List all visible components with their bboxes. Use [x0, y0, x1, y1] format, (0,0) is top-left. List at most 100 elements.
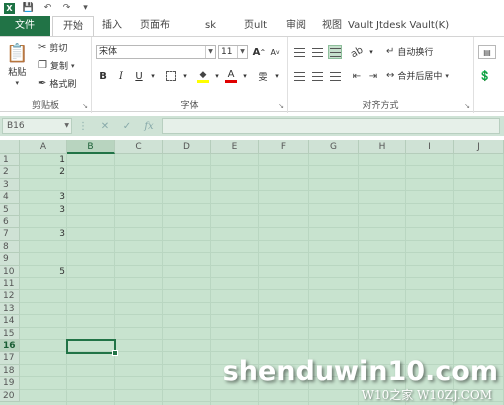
row-header-14[interactable]: 14 [0, 315, 20, 328]
column-header-c[interactable]: C [115, 140, 163, 154]
italic-button[interactable]: I [114, 69, 128, 83]
row-header-16[interactable]: 16 [0, 340, 20, 353]
number-format-combo[interactable]: ▤ [478, 45, 496, 59]
bold-button[interactable]: B [96, 69, 110, 83]
select-all-corner[interactable] [0, 140, 20, 154]
cell-a10[interactable]: 5 [20, 266, 65, 278]
format-painter-button[interactable]: ✒ 格式刷 [38, 77, 76, 90]
selected-cell-outline[interactable] [66, 339, 118, 357]
save-icon[interactable]: 💾 [23, 3, 34, 14]
chevron-down-icon[interactable]: ▾ [238, 69, 252, 83]
undo-icon[interactable]: ↶ [42, 3, 53, 14]
paste-button[interactable]: 📋 粘贴 ▾ [6, 43, 28, 87]
tab-file[interactable]: 文件 [0, 16, 50, 36]
chevron-down-icon[interactable]: ▾ [364, 45, 378, 59]
row-header-20[interactable]: 20 [0, 389, 20, 402]
row-header-8[interactable]: 8 [0, 240, 20, 254]
row-header-11[interactable]: 11 [0, 278, 20, 291]
row-gridline [20, 215, 504, 216]
wrap-text-button[interactable]: ↵ 自动换行 [386, 45, 433, 58]
cell-a5[interactable]: 3 [20, 204, 65, 216]
column-header-a[interactable]: A [20, 140, 67, 154]
row-header-6[interactable]: 6 [0, 216, 20, 229]
align-left-button[interactable] [292, 69, 306, 83]
chevron-down-icon[interactable]: ▾ [210, 69, 224, 83]
currency-button[interactable]: 💲 [478, 69, 492, 83]
row-header-4[interactable]: 4 [0, 191, 20, 204]
row-header-13[interactable]: 13 [0, 302, 20, 316]
row-header-2[interactable]: 2 [0, 166, 20, 179]
tab-view[interactable]: 视图 [322, 16, 342, 36]
column-header-f[interactable]: F [259, 140, 309, 154]
underline-button[interactable]: U [132, 69, 146, 83]
tab-vault[interactable]: Vault [348, 16, 373, 36]
customize-toolbar-icon[interactable]: ▾ [80, 3, 91, 14]
row-gridline [20, 202, 504, 204]
fill-color-button[interactable]: ◆ [196, 69, 210, 83]
grow-font-button[interactable]: A ^ [252, 45, 266, 59]
align-center-button[interactable] [310, 69, 324, 83]
row-header-18[interactable]: 18 [0, 364, 20, 378]
insert-function-button[interactable]: fx [138, 121, 160, 132]
merge-center-button[interactable]: ↔ 合并后居中 ▾ [386, 69, 449, 82]
copy-button[interactable]: ❐ 复制 ▾ [38, 59, 75, 72]
column-header-b[interactable]: B [67, 140, 115, 154]
phonetic-button[interactable]: 雯 [256, 69, 270, 83]
column-header-e[interactable]: E [211, 140, 259, 154]
tab-formulas[interactable]: sk [205, 16, 216, 36]
tab-review[interactable]: 审阅 [286, 16, 306, 36]
row-gridline [20, 190, 504, 192]
align-bottom-button[interactable] [328, 45, 342, 59]
number-format-icon: ▤ [483, 47, 491, 57]
chevron-down-icon[interactable]: ▾ [178, 69, 192, 83]
orientation-button[interactable]: ab [349, 44, 365, 60]
align-middle-button[interactable] [310, 45, 324, 59]
redo-icon[interactable]: ↷ [61, 3, 72, 14]
shrink-font-button[interactable]: Av [268, 45, 282, 59]
tab-data[interactable]: 页ult [244, 16, 267, 36]
align-top-button[interactable] [292, 45, 306, 59]
font-size-combo[interactable]: 11 ▼ [218, 45, 248, 59]
cell-a1[interactable]: 1 [20, 154, 65, 166]
tab-autodesk-vault[interactable]: Jtdesk Vault(K) [376, 16, 449, 36]
row-header-10[interactable]: 10 [0, 265, 20, 278]
row-header-3[interactable]: 3 [0, 178, 20, 192]
row-header-12[interactable]: 12 [0, 290, 20, 303]
row-header-19[interactable]: 19 [0, 377, 20, 390]
chevron-down-icon[interactable]: ▾ [270, 69, 284, 83]
increase-indent-button[interactable]: ⇥ [366, 69, 380, 83]
row-gridline [20, 165, 504, 167]
column-header-h[interactable]: H [359, 140, 406, 154]
cell-a7[interactable]: 3 [20, 228, 65, 240]
tab-insert[interactable]: 插入 [102, 16, 122, 36]
enter-icon[interactable]: ✓ [116, 121, 138, 132]
chevron-down-icon[interactable]: ▾ [146, 69, 160, 83]
font-name-combo[interactable]: 宋体 ▼ [96, 45, 216, 59]
quick-access-toolbar: X 💾 ↶ ↷ ▾ [0, 0, 504, 16]
column-header-d[interactable]: D [163, 140, 211, 154]
tab-home[interactable]: 开始 [52, 16, 94, 37]
row-header-7[interactable]: 7 [0, 228, 20, 241]
border-button[interactable] [164, 69, 178, 83]
row-header-17[interactable]: 17 [0, 352, 20, 365]
column-header-g[interactable]: G [309, 140, 359, 154]
row-header-5[interactable]: 5 [0, 203, 20, 216]
row-header-1[interactable]: 1 [0, 154, 20, 167]
cancel-icon[interactable]: ✕ [94, 121, 116, 132]
font-color-button[interactable]: A [224, 69, 238, 83]
column-header-i[interactable]: I [406, 140, 454, 154]
row-header-15[interactable]: 15 [0, 327, 20, 340]
name-box[interactable]: B16 ▼ [2, 118, 72, 134]
cell-a2[interactable]: 2 [20, 166, 65, 178]
decrease-indent-button[interactable]: ⇤ [350, 69, 364, 83]
row-header-9[interactable]: 9 [0, 253, 20, 266]
dialog-launcher-icon[interactable]: ↘ [464, 102, 470, 110]
column-header-j[interactable]: J [454, 140, 504, 154]
align-right-button[interactable] [328, 69, 342, 83]
cut-button[interactable]: ✂ 剪切 [38, 41, 67, 54]
tab-page-layout[interactable]: 页面布 [140, 16, 170, 36]
dialog-launcher-icon[interactable]: ↘ [278, 102, 284, 110]
cell-a4[interactable]: 3 [20, 191, 65, 203]
formula-input[interactable] [162, 118, 500, 134]
dialog-launcher-icon[interactable]: ↘ [82, 102, 88, 110]
